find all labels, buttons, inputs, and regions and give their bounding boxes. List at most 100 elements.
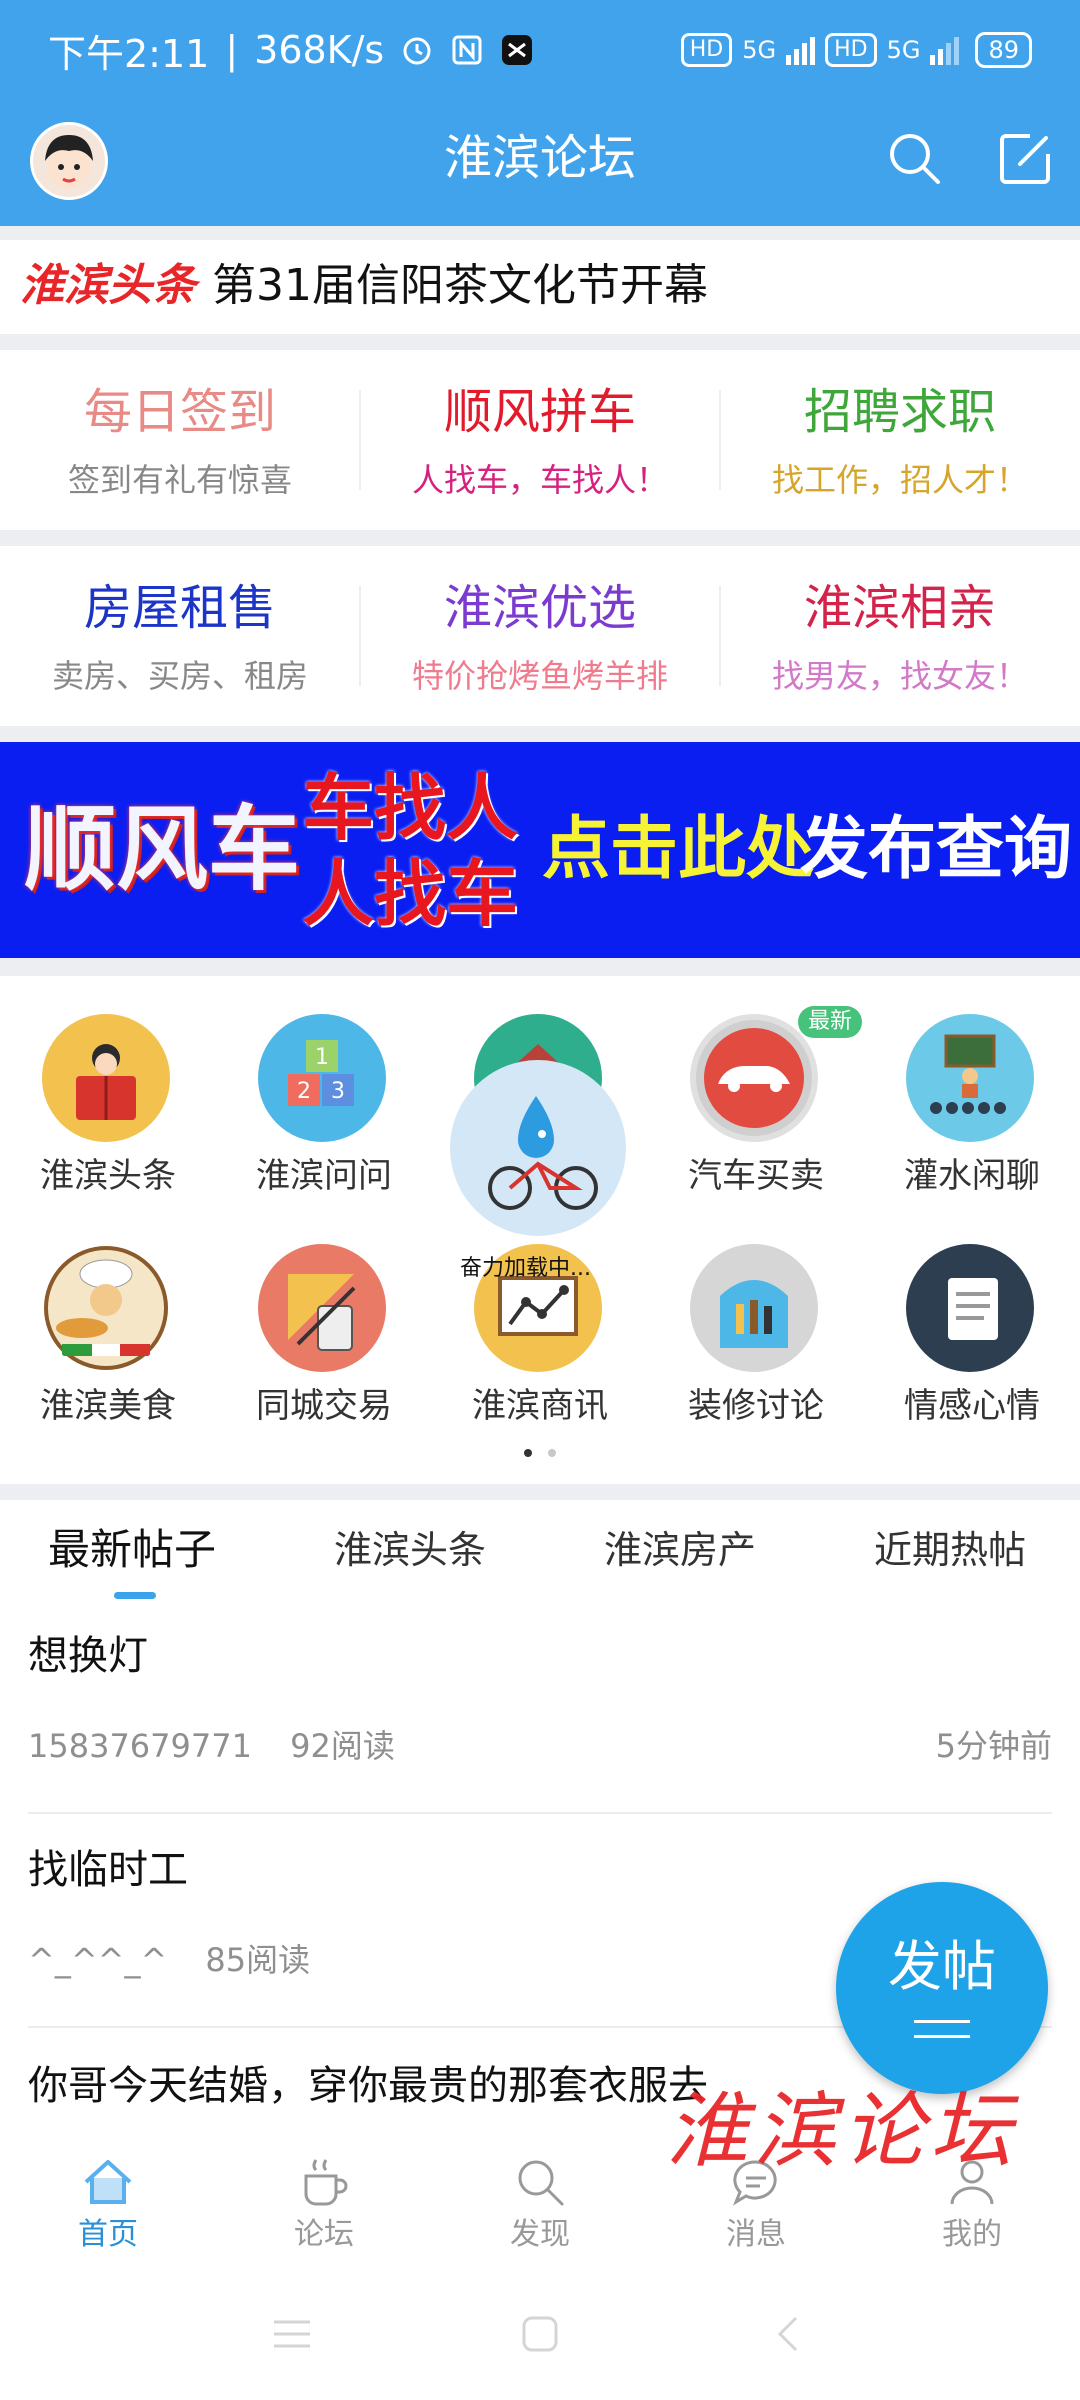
quick-link-deals[interactable]: 淮滨优选 特价抢烤鱼烤羊排	[360, 546, 720, 726]
menu-lines-icon	[914, 2020, 970, 2042]
battery-indicator: 89	[975, 32, 1032, 68]
nav-label: 论坛	[294, 2217, 354, 2252]
post-meta: ^_^^_^ 85阅读	[28, 1938, 310, 1982]
category-label: 淮滨问问	[256, 1156, 392, 1196]
svg-text:1: 1	[315, 1045, 329, 1070]
menu-icon[interactable]	[270, 2314, 314, 2354]
quick-link-subtitle: 卖房、买房、租房	[51, 657, 308, 695]
category-food[interactable]: 淮滨美食	[0, 1244, 216, 1474]
quick-link-housing[interactable]: 房屋租售 卖房、买房、租房	[0, 546, 360, 726]
banner-line-1: 车找人	[302, 766, 519, 850]
quick-link-title: 每日签到	[83, 384, 276, 440]
tab-latest[interactable]: 最新帖子	[48, 1522, 216, 1578]
chef-pizza-icon	[42, 1244, 170, 1372]
nav-label: 消息	[726, 2217, 786, 2252]
category-label: 同城交易	[256, 1386, 392, 1426]
loading-text: 奋力加载中...	[460, 1256, 591, 1281]
category-renovation[interactable]: 装修讨论	[648, 1244, 864, 1474]
divider	[0, 226, 1080, 240]
quick-link-subtitle: 找男友，找女友！	[771, 657, 1028, 695]
tab-real-estate[interactable]: 淮滨房产	[604, 1522, 756, 1578]
quick-link-jobs[interactable]: 招聘求职 找工作，招人才！	[720, 350, 1080, 530]
signal-icon	[786, 35, 816, 65]
compose-button[interactable]	[996, 128, 1056, 188]
tab-hot[interactable]: 近期热帖	[874, 1522, 1026, 1578]
notepad-icon	[906, 1244, 1034, 1372]
divider	[0, 1484, 1080, 1500]
post-reads: 85阅读	[205, 1941, 311, 1979]
headline-ticker[interactable]: 淮滨头条 第31届信阳茶文化节开幕	[0, 240, 1080, 334]
nav-forum[interactable]: 论坛	[216, 2120, 432, 2276]
search-icon	[518, 2160, 564, 2206]
svg-text:2: 2	[297, 1079, 311, 1104]
tab-indicator	[114, 1592, 156, 1599]
quick-link-daily-checkin[interactable]: 每日签到 签到有礼有惊喜	[0, 350, 360, 530]
quick-link-title: 顺风拼车	[443, 384, 636, 440]
category-label: 汽车买卖	[688, 1156, 824, 1196]
post-author: 15837679771	[28, 1727, 252, 1765]
alarm-icon	[403, 37, 431, 65]
nav-home[interactable]: 首页	[0, 2120, 216, 2276]
status-bar-right: HD 5G HD 5G 89	[680, 22, 1032, 78]
quick-link-title: 招聘求职	[803, 384, 996, 440]
nav-label: 首页	[78, 2217, 138, 2252]
category-emotions[interactable]: 情感心情	[864, 1244, 1080, 1474]
divider	[0, 958, 1080, 976]
new-post-label: 发帖	[888, 1935, 996, 1998]
nav-label: 发现	[510, 2217, 570, 2252]
search-button[interactable]	[884, 128, 944, 188]
category-headlines[interactable]: 淮滨头条	[0, 1014, 216, 1244]
search-icon	[890, 134, 940, 184]
home-icon	[84, 2160, 132, 2204]
category-cars[interactable]: 汽车买卖	[648, 1014, 864, 1244]
new-post-button[interactable]: 发帖	[836, 1882, 1048, 2094]
quick-link-subtitle: 找工作，招人才！	[771, 461, 1028, 499]
pager-dot	[548, 1449, 556, 1457]
category-trade[interactable]: 同城交易	[216, 1244, 432, 1474]
sim1-network: 5G	[742, 36, 777, 64]
category-label: 淮滨商讯	[472, 1386, 608, 1426]
new-badge: 最新	[798, 1006, 863, 1038]
quick-link-subtitle: 人找车，车找人！	[411, 461, 668, 499]
watermark-logo: 淮滨论坛	[666, 2084, 1018, 2179]
car-icon	[690, 1014, 818, 1142]
edit-icon	[1000, 134, 1050, 184]
banner-cta-highlight: 点击此处	[542, 810, 815, 889]
status-time: 下午2:11	[48, 31, 210, 76]
status-bar-left: 下午2:11 | 368K/s	[48, 22, 534, 78]
cycling-mascot-icon	[488, 1096, 598, 1210]
carpool-banner[interactable]: 顺风车 车找人 人找车 点击此处 发布查询	[0, 742, 1080, 958]
svg-text:3: 3	[331, 1079, 345, 1104]
classroom-icon	[906, 1014, 1034, 1142]
top-bar: 下午2:11 | 368K/s HD 5G HD 5G 89 淮滨论坛	[0, 0, 1080, 226]
post-item[interactable]: 想换灯 15837679771 92阅读 5分钟前	[0, 1600, 1080, 1814]
system-navigation-bar	[0, 2276, 1080, 2400]
divider	[0, 530, 1080, 546]
post-title: 找临时工	[28, 1847, 188, 1893]
coffee-cup-icon	[304, 2159, 348, 2206]
quick-link-subtitle: 签到有礼有惊喜	[67, 461, 292, 499]
signal-icon	[930, 35, 960, 65]
abc-blocks-icon: 1 2 3	[258, 1014, 386, 1142]
quick-links-row-1: 每日签到 签到有礼有惊喜 顺风拼车 人找车，车找人！ 招聘求职 找工作，招人才！	[0, 350, 1080, 530]
headline-text[interactable]: 第31届信阳茶文化节开幕	[212, 258, 708, 314]
back-icon[interactable]	[768, 2312, 812, 2356]
reading-person-icon	[42, 1014, 170, 1142]
status-separator: |	[225, 28, 239, 72]
quick-link-dating[interactable]: 淮滨相亲 找男友，找女友！	[720, 546, 1080, 726]
home-square-icon[interactable]	[518, 2312, 562, 2356]
post-author: ^_^^_^	[28, 1941, 168, 1979]
banner-cta-text: 发布查询	[800, 810, 1073, 889]
pager-dot-active	[524, 1449, 532, 1457]
sim2-network: 5G	[886, 36, 921, 64]
quick-links-row-2: 房屋租售 卖房、买房、租房 淮滨优选 特价抢烤鱼烤羊排 淮滨相亲 找男友，找女友…	[0, 546, 1080, 726]
quick-link-title: 淮滨相亲	[803, 580, 996, 636]
category-questions[interactable]: 1 2 3 淮滨问问	[216, 1014, 432, 1244]
post-tabs: 最新帖子 淮滨头条 淮滨房产 近期热帖	[0, 1500, 1080, 1610]
divider	[0, 334, 1080, 350]
nav-discover[interactable]: 发现	[432, 2120, 648, 2276]
tab-headlines[interactable]: 淮滨头条	[334, 1522, 486, 1578]
loading-spinner	[450, 1060, 626, 1236]
category-chat[interactable]: 灌水闲聊	[864, 1014, 1080, 1244]
quick-link-carpool[interactable]: 顺风拼车 人找车，车找人！	[360, 350, 720, 530]
